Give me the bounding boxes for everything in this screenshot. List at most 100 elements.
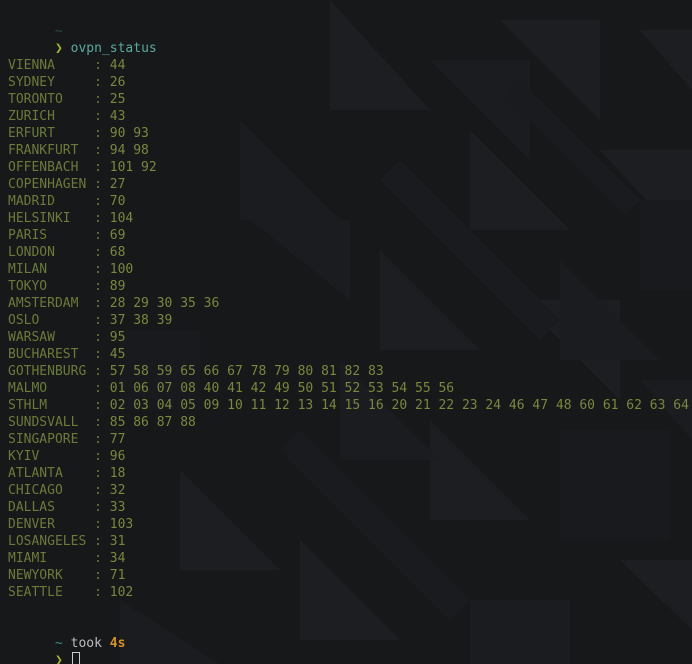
row-label: ATLANTA (8, 466, 95, 481)
output-row: MILAN : 100 (8, 261, 692, 278)
row-separator: : (94, 262, 110, 277)
row-values: 27 (109, 177, 126, 192)
row-separator: : (94, 228, 110, 243)
row-values: 18 (109, 466, 126, 481)
row-values: 96 (109, 449, 126, 464)
row-values: 103 (109, 517, 134, 532)
row-label: CHICAGO (8, 483, 95, 498)
row-separator: : (94, 160, 110, 175)
row-separator: : (94, 483, 110, 498)
prompt-footer: ~ took 4s ❯ (8, 618, 126, 664)
output-row: TOKYO : 89 (8, 278, 692, 295)
row-separator: : (94, 75, 110, 90)
row-label: MALMO (8, 381, 95, 396)
row-values: 100 (109, 262, 134, 277)
row-values: 44 (109, 58, 126, 73)
row-separator: : (94, 500, 110, 515)
row-separator: : (94, 398, 110, 413)
row-label: PARIS (8, 228, 95, 243)
row-label: NEWYORK (8, 568, 95, 583)
output-row: LONDON : 68 (8, 244, 692, 261)
context-line-top: ~ (8, 6, 692, 39)
row-values: 104 (109, 211, 134, 226)
row-label: ZURICH (8, 109, 95, 124)
row-label: MILAN (8, 262, 95, 277)
output-row: WARSAW : 95 (8, 329, 692, 346)
row-label: GOTHENBURG (8, 364, 95, 379)
row-separator: : (94, 330, 110, 345)
output-row: FRANKFURT : 94 98 (8, 142, 692, 159)
duration-value: 4s (109, 636, 126, 651)
row-label: TORONTO (8, 92, 95, 107)
status-tilde: ~ (54, 636, 63, 651)
output-row: SYDNEY : 26 (8, 74, 692, 91)
row-separator: : (94, 364, 110, 379)
row-label: COPENHAGEN (8, 177, 95, 192)
output-row: DALLAS : 33 (8, 499, 692, 516)
output-row: COPENHAGEN : 27 (8, 176, 692, 193)
row-values: 02 03 04 05 09 10 11 12 13 14 15 16 20 2… (109, 398, 689, 413)
row-label: VIENNA (8, 58, 95, 73)
output-row: VIENNA : 44 (8, 57, 692, 74)
row-separator: : (94, 92, 110, 107)
row-label: TOKYO (8, 279, 95, 294)
row-values: 95 (109, 330, 126, 345)
row-values: 89 (109, 279, 126, 294)
row-label: BUCHAREST (8, 347, 95, 362)
row-separator: : (94, 551, 110, 566)
output-row: AMSTERDAM : 28 29 30 35 36 (8, 295, 692, 312)
row-separator: : (94, 415, 110, 430)
output-row: PARIS : 69 (8, 227, 692, 244)
output-row: MALMO : 01 06 07 08 40 41 42 49 50 51 52… (8, 380, 692, 397)
command-line: ❯ ovpn_status (8, 23, 692, 56)
output-row: OFFENBACH : 101 92 (8, 159, 692, 176)
row-label: ERFURT (8, 126, 95, 141)
row-values: 102 (109, 585, 134, 600)
terminal-window[interactable]: ~ ❯ ovpn_status VIENNA : 44 SYDNEY : 26 TO… (0, 0, 692, 664)
row-separator: : (94, 177, 110, 192)
row-values: 33 (109, 500, 126, 515)
row-separator: : (94, 347, 110, 362)
row-separator: : (94, 313, 110, 328)
row-label: DENVER (8, 517, 95, 532)
command-output: VIENNA : 44 SYDNEY : 26 TORONTO : 25 ZURICH… (8, 57, 692, 601)
output-row: OSLO : 37 38 39 (8, 312, 692, 329)
output-row: ERFURT : 90 93 (8, 125, 692, 142)
row-label: KYIV (8, 449, 95, 464)
row-values: 32 (109, 483, 126, 498)
row-label: SINGAPORE (8, 432, 95, 447)
output-row: MIAMI : 34 (8, 550, 692, 567)
row-values: 90 93 (109, 126, 149, 141)
output-row: NEWYORK : 71 (8, 567, 692, 584)
output-row: ATLANTA : 18 (8, 465, 692, 482)
row-values: 101 92 (109, 160, 157, 175)
row-label: HELSINKI (8, 211, 95, 226)
row-separator: : (94, 194, 110, 209)
row-separator: : (94, 568, 110, 583)
output-row: BUCHAREST : 45 (8, 346, 692, 363)
row-separator: : (94, 109, 110, 124)
command-text: ovpn_status (70, 41, 157, 56)
row-label: MIAMI (8, 551, 95, 566)
took-label: took (70, 636, 102, 651)
row-label: DALLAS (8, 500, 95, 515)
output-row: HELSINKI : 104 (8, 210, 692, 227)
row-values: 69 (109, 228, 126, 243)
output-row: SINGAPORE : 77 (8, 431, 692, 448)
text-cursor[interactable] (71, 652, 80, 664)
row-values: 94 98 (109, 143, 149, 158)
row-label: OFFENBACH (8, 160, 95, 175)
output-row: LOSANGELES : 31 (8, 533, 692, 550)
row-label: MADRID (8, 194, 95, 209)
prompt-chevron-icon: ❯ (54, 41, 63, 56)
row-separator: : (94, 143, 110, 158)
row-label: SEATTLE (8, 585, 95, 600)
output-row: STHLM : 02 03 04 05 09 10 11 12 13 14 15… (8, 397, 692, 414)
row-separator: : (94, 126, 110, 141)
row-values: 43 (109, 109, 126, 124)
row-values: 34 (109, 551, 126, 566)
row-separator: : (94, 245, 110, 260)
home-tilde: ~ (54, 24, 63, 39)
row-values: 85 86 87 88 (109, 415, 196, 430)
row-values: 77 (109, 432, 126, 447)
